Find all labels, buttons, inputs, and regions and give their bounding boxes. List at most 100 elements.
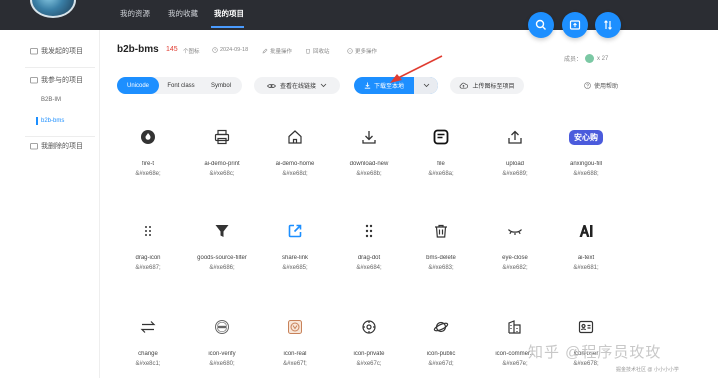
icon-card[interactable]: fire-t &#xe68e;	[113, 127, 183, 187]
avatar	[585, 54, 595, 63]
badge-text: 安心购	[569, 129, 603, 145]
icon-card[interactable]: goods-source-filter &#xe686;	[187, 221, 257, 281]
divider	[25, 67, 95, 68]
icon-card[interactable]: icon-verify &#xe680;	[187, 317, 257, 377]
icon-code: &#xe67f;	[283, 361, 307, 367]
batch-action-link[interactable]: 批量操作	[262, 47, 292, 55]
icon-name: icon-real	[283, 351, 307, 357]
clock-icon	[212, 47, 218, 53]
icon-name: eye-close	[502, 255, 528, 261]
annotation-arrow-icon	[390, 55, 443, 83]
icon-name: file	[437, 161, 445, 167]
icon-code: &#xe67c;	[356, 361, 382, 367]
sidebar-item-my-started[interactable]: 我发起的项目	[30, 46, 83, 56]
sidebar-item-label: 我删除的项目	[41, 143, 83, 150]
tab-font-class[interactable]: Font class	[161, 77, 201, 94]
icon-count-label: 个图标	[183, 49, 200, 55]
anxingou-badge-icon: 安心购	[561, 127, 611, 147]
folder-icon	[30, 77, 38, 84]
icon-code: &#xe68d;	[282, 171, 308, 177]
icon-card[interactable]: icon-real &#xe67f;	[260, 317, 330, 377]
swap-icon	[138, 317, 158, 337]
logo[interactable]	[30, 0, 76, 18]
icon-name: ai-demo-home	[275, 161, 315, 167]
icon-code: &#xe682;	[502, 265, 528, 271]
drag-dot-icon	[359, 221, 379, 241]
nav-my-favorites[interactable]: 我的收藏	[168, 8, 198, 19]
sort-icon	[604, 20, 612, 30]
ai-text-icon	[576, 221, 596, 241]
icon-code: &#xe67d;	[428, 361, 454, 367]
icon-card[interactable]: 安心购 anxingou-fill &#xe688;	[551, 127, 621, 187]
sidebar-item-label: 我发起的项目	[41, 48, 83, 55]
icon-name: goods-source-filter	[197, 255, 247, 261]
sidebar-item-b2b-im[interactable]: B2B-IM	[41, 97, 61, 103]
upload-to-project-button[interactable]: 上传图标至项目	[450, 77, 524, 94]
planet-icon	[431, 317, 451, 337]
icon-code: &#xe68c;	[209, 171, 235, 177]
nav-my-resources[interactable]: 我的资源	[120, 8, 150, 19]
recycle-bin-link[interactable]: 回收站	[305, 47, 330, 55]
icon-name: icon-public	[426, 351, 456, 357]
tab-symbol[interactable]: Symbol	[201, 77, 241, 94]
icon-card[interactable]: eye-close &#xe682;	[480, 221, 550, 281]
search-icon	[535, 19, 546, 30]
icon-card[interactable]: upload &#xe689;	[480, 127, 550, 187]
more-icon	[347, 48, 353, 54]
icon-code: &#xe681;	[573, 265, 599, 271]
id-card-icon	[576, 317, 596, 337]
nav-my-projects[interactable]: 我的项目	[214, 8, 244, 19]
filter-icon	[212, 221, 232, 241]
icon-name: share-link	[281, 255, 308, 261]
icon-name: change	[138, 351, 158, 357]
icon-card[interactable]: download-new &#xe68b;	[334, 127, 404, 187]
divider	[25, 136, 95, 137]
icon-code: &#xe685;	[282, 265, 308, 271]
icon-code: &#xe680;	[209, 361, 235, 367]
icon-card[interactable]: icon-public &#xe67d;	[406, 317, 476, 377]
sort-button[interactable]	[595, 12, 621, 38]
project-title: b2b-bms	[117, 44, 159, 55]
sidebar-item-b2b-bms[interactable]: b2b-bms	[41, 118, 64, 124]
more-actions-link[interactable]: 更多操作	[347, 47, 377, 55]
sidebar-item-deleted[interactable]: 我删除的项目	[30, 141, 83, 151]
icon-card[interactable]: drag-icon &#xe687;	[113, 221, 183, 281]
members[interactable]: 成员： x 27	[564, 54, 608, 63]
icon-card[interactable]: bms-delete &#xe683;	[406, 221, 476, 281]
watermark: 知乎 @程序员玫玫	[528, 344, 662, 361]
tab-unicode[interactable]: Unicode	[117, 77, 159, 94]
icon-code: &#xe683;	[428, 265, 454, 271]
help-link[interactable]: 使用帮助	[584, 81, 618, 90]
icon-card[interactable]: share-link &#xe685;	[260, 221, 330, 281]
icon-card[interactable]: ai-text &#xe681;	[551, 221, 621, 281]
trash-icon	[431, 221, 451, 241]
members-label: 成员：	[564, 57, 583, 63]
active-indicator	[36, 117, 38, 125]
view-online-link-button[interactable]: 查看在线链接	[254, 77, 340, 94]
search-button[interactable]	[528, 12, 554, 38]
icon-card[interactable]: drag-dot &#xe684;	[334, 221, 404, 281]
watermark-sub: 掘金技术社区 @ 小小小小学	[616, 367, 679, 373]
icon-code: &#xe684;	[356, 265, 382, 271]
private-icon	[359, 317, 379, 337]
icon-card[interactable]: icon-private &#xe67c;	[334, 317, 404, 377]
icon-name: drag-icon	[135, 255, 161, 261]
icon-card[interactable]: change &#xe8c1;	[113, 317, 183, 377]
icon-code: &#xe68b;	[356, 171, 382, 177]
cloud-upload-icon	[460, 82, 469, 89]
icon-count: 145	[166, 46, 178, 53]
download-small-icon	[364, 82, 371, 89]
icon-card[interactable]: ai-demo-home &#xe68d;	[260, 127, 330, 187]
upload-box-button[interactable]	[562, 12, 588, 38]
members-count: x 27	[597, 55, 609, 62]
icon-name: ai-text	[577, 255, 595, 261]
folder-icon	[30, 48, 38, 55]
icon-card[interactable]: ai-demo-print &#xe68c;	[187, 127, 257, 187]
sidebar-item-participated[interactable]: 我参与的项目	[30, 75, 83, 85]
home-icon	[285, 127, 305, 147]
icon-code: &#xe686;	[209, 265, 235, 271]
trash-small-icon	[306, 49, 310, 54]
download-icon	[359, 127, 379, 147]
icon-card[interactable]: file &#xe68a;	[406, 127, 476, 187]
edit-icon	[262, 48, 268, 54]
